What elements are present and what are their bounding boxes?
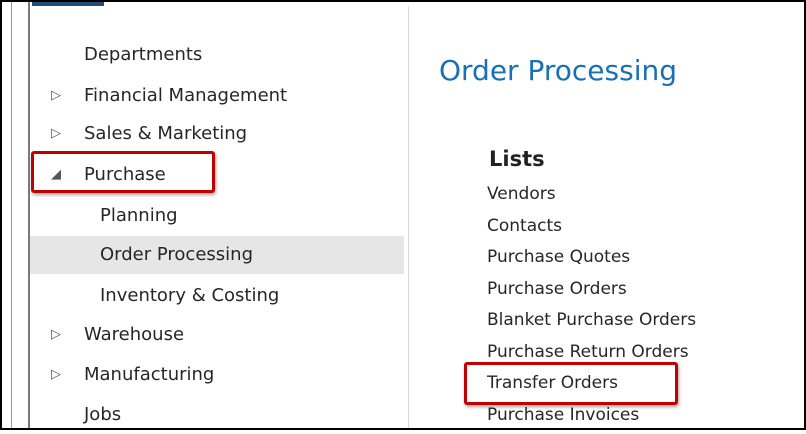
- nav-item-label: Financial Management: [84, 85, 288, 106]
- nav-item-label: Purchase: [84, 164, 166, 185]
- link-transfer-orders[interactable]: Transfer Orders: [487, 372, 618, 394]
- nav-item-warehouse[interactable]: ▷ Warehouse: [30, 316, 404, 354]
- nav-item-label: Jobs: [84, 404, 122, 425]
- nav-item-jobs[interactable]: Jobs: [30, 396, 404, 434]
- nav-item-order-processing[interactable]: Order Processing: [30, 236, 404, 274]
- nav-item-label: Order Processing: [100, 244, 253, 265]
- expand-arrow-icon[interactable]: ▷: [48, 356, 64, 394]
- nav-item-label: Manufacturing: [84, 364, 215, 385]
- navigation-pane: Departments ▷ Financial Management ▷ Sal…: [30, 6, 409, 430]
- collapse-arrow-icon[interactable]: ◢: [48, 156, 64, 194]
- nav-item-financial-management[interactable]: ▷ Financial Management: [30, 77, 404, 115]
- nav-item-label: Departments: [84, 44, 203, 65]
- nav-item-sales-marketing[interactable]: ▷ Sales & Marketing: [30, 115, 404, 153]
- left-margin: [2, 0, 10, 430]
- link-purchase-invoices[interactable]: Purchase Invoices: [487, 404, 639, 426]
- nav-item-departments[interactable]: Departments: [30, 36, 404, 74]
- link-vendors[interactable]: Vendors: [487, 183, 556, 205]
- content-pane: Order Processing Lists Vendors Contacts …: [409, 6, 804, 430]
- expand-arrow-icon[interactable]: ▷: [48, 115, 64, 153]
- nav-item-manufacturing[interactable]: ▷ Manufacturing: [30, 356, 404, 394]
- link-blanket-purchase-orders[interactable]: Blanket Purchase Orders: [487, 309, 696, 331]
- nav-item-label: Sales & Marketing: [84, 123, 248, 144]
- nav-item-planning[interactable]: Planning: [30, 197, 404, 235]
- expand-arrow-icon[interactable]: ▷: [48, 77, 64, 115]
- nav-item-inventory-costing[interactable]: Inventory & Costing: [30, 277, 404, 315]
- nav-item-label: Warehouse: [84, 324, 185, 345]
- link-purchase-quotes[interactable]: Purchase Quotes: [487, 246, 630, 268]
- link-purchase-orders[interactable]: Purchase Orders: [487, 278, 627, 300]
- link-contacts[interactable]: Contacts: [487, 215, 562, 237]
- link-purchase-return-orders[interactable]: Purchase Return Orders: [487, 341, 689, 363]
- expand-arrow-icon[interactable]: ▷: [48, 316, 64, 354]
- lists-heading: Lists: [489, 147, 545, 171]
- nav-item-purchase[interactable]: ◢ Purchase: [30, 156, 404, 194]
- nav-item-label: Inventory & Costing: [100, 285, 280, 306]
- nav-item-label: Planning: [100, 205, 178, 226]
- page-title: Order Processing: [439, 54, 677, 87]
- window-edge-line: [11, 0, 12, 430]
